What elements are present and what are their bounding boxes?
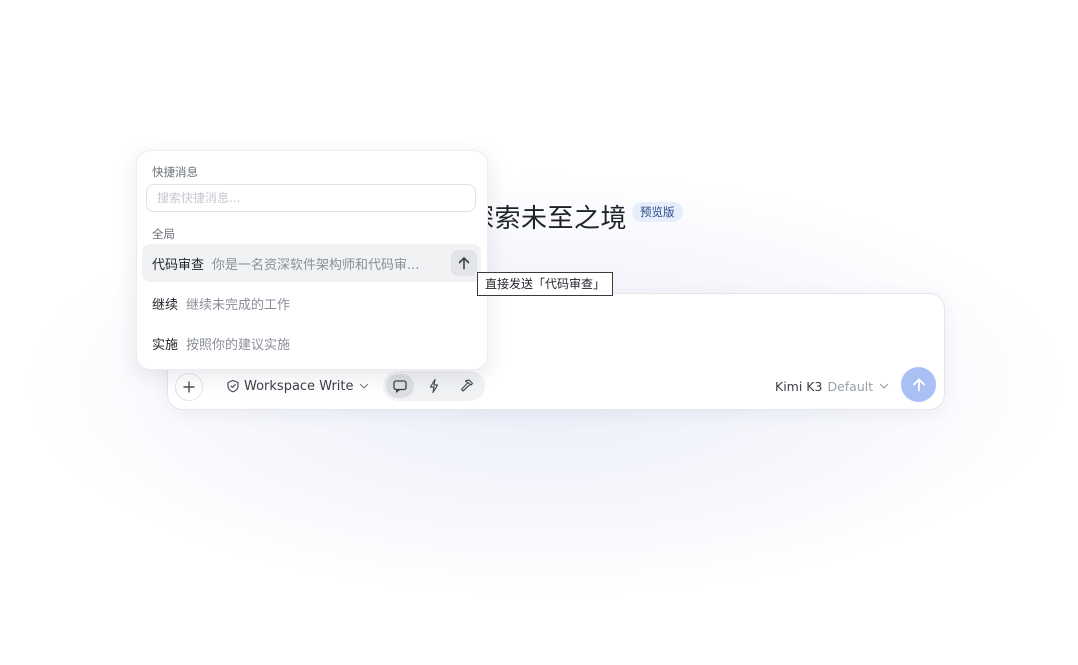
quick-messages-search-input[interactable] bbox=[146, 184, 476, 212]
send-directly-button[interactable] bbox=[451, 250, 477, 276]
send-button[interactable] bbox=[901, 367, 936, 402]
quick-message-desc: 按照你的建议实施 bbox=[186, 337, 291, 353]
quick-message-desc: 继续未完成的工作 bbox=[186, 297, 291, 313]
fast-mode-button[interactable] bbox=[420, 374, 448, 398]
mode-switcher bbox=[383, 371, 485, 401]
quick-message-name: 代码审查 bbox=[152, 257, 205, 273]
permission-selector[interactable]: Workspace Write bbox=[226, 377, 370, 395]
quick-message-item[interactable]: 代码审查 你是一名资深软件架构师和代码审... bbox=[142, 244, 481, 282]
model-variant: Default bbox=[827, 378, 874, 394]
quick-message-desc: 你是一名资深软件架构师和代码审... bbox=[212, 257, 420, 273]
permission-label: Workspace Write bbox=[244, 378, 354, 394]
arrow-up-icon bbox=[912, 378, 925, 391]
hero-title: 探索未至之境 bbox=[468, 204, 628, 234]
add-attachment-button[interactable] bbox=[175, 373, 203, 401]
chevron-down-icon bbox=[359, 383, 368, 389]
shield-icon bbox=[227, 379, 239, 393]
arrow-up-icon bbox=[458, 257, 470, 270]
group-label: 全局 bbox=[152, 227, 175, 241]
build-mode-button[interactable] bbox=[453, 374, 481, 398]
model-name: Kimi K3 bbox=[775, 378, 823, 394]
plus-icon bbox=[183, 381, 195, 393]
lightning-icon bbox=[429, 378, 439, 394]
chat-bubble-icon bbox=[393, 380, 407, 393]
hammer-icon bbox=[460, 379, 474, 392]
send-tooltip: 直接发送「代码审查」 bbox=[477, 272, 614, 296]
quick-messages-panel: 快捷消息 全局 代码审查 你是一名资深软件架构师和代码审... 继续 继续未完成… bbox=[136, 150, 488, 370]
quick-messages-title: 快捷消息 bbox=[152, 165, 198, 179]
quick-message-item[interactable]: 实施 按照你的建议实施 bbox=[142, 324, 481, 362]
model-selector[interactable]: Kimi K3 Default bbox=[775, 378, 890, 394]
quick-message-name: 继续 bbox=[152, 297, 179, 313]
quick-message-name: 实施 bbox=[152, 337, 179, 353]
preview-badge: 预览版 bbox=[632, 202, 683, 222]
chat-mode-button[interactable] bbox=[386, 374, 414, 398]
quick-message-item[interactable]: 继续 继续未完成的工作 bbox=[142, 284, 481, 322]
chevron-down-icon bbox=[880, 383, 889, 389]
